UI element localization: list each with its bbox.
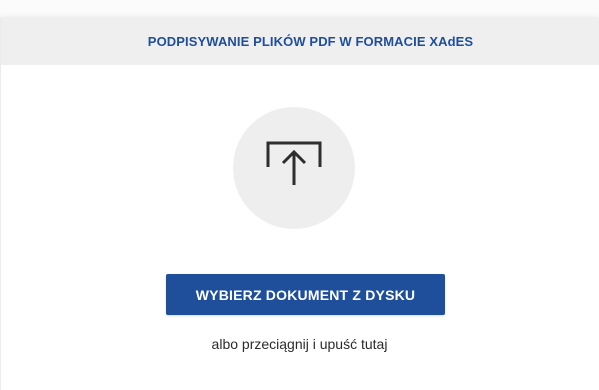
card-header: PODPISYWANIE PLIKÓW PDF W FORMACIE XAdES xyxy=(1,17,599,65)
upload-icon xyxy=(266,141,322,185)
drop-hint-text: albo przeciągnij i upuść tutaj xyxy=(211,336,388,352)
upload-icon-circle[interactable] xyxy=(233,107,355,229)
choose-document-button[interactable]: WYBIERZ DOKUMENT Z DYSKU xyxy=(166,274,445,315)
card-title: PODPISYWANIE PLIKÓW PDF W FORMACIE XAdES xyxy=(147,33,474,49)
